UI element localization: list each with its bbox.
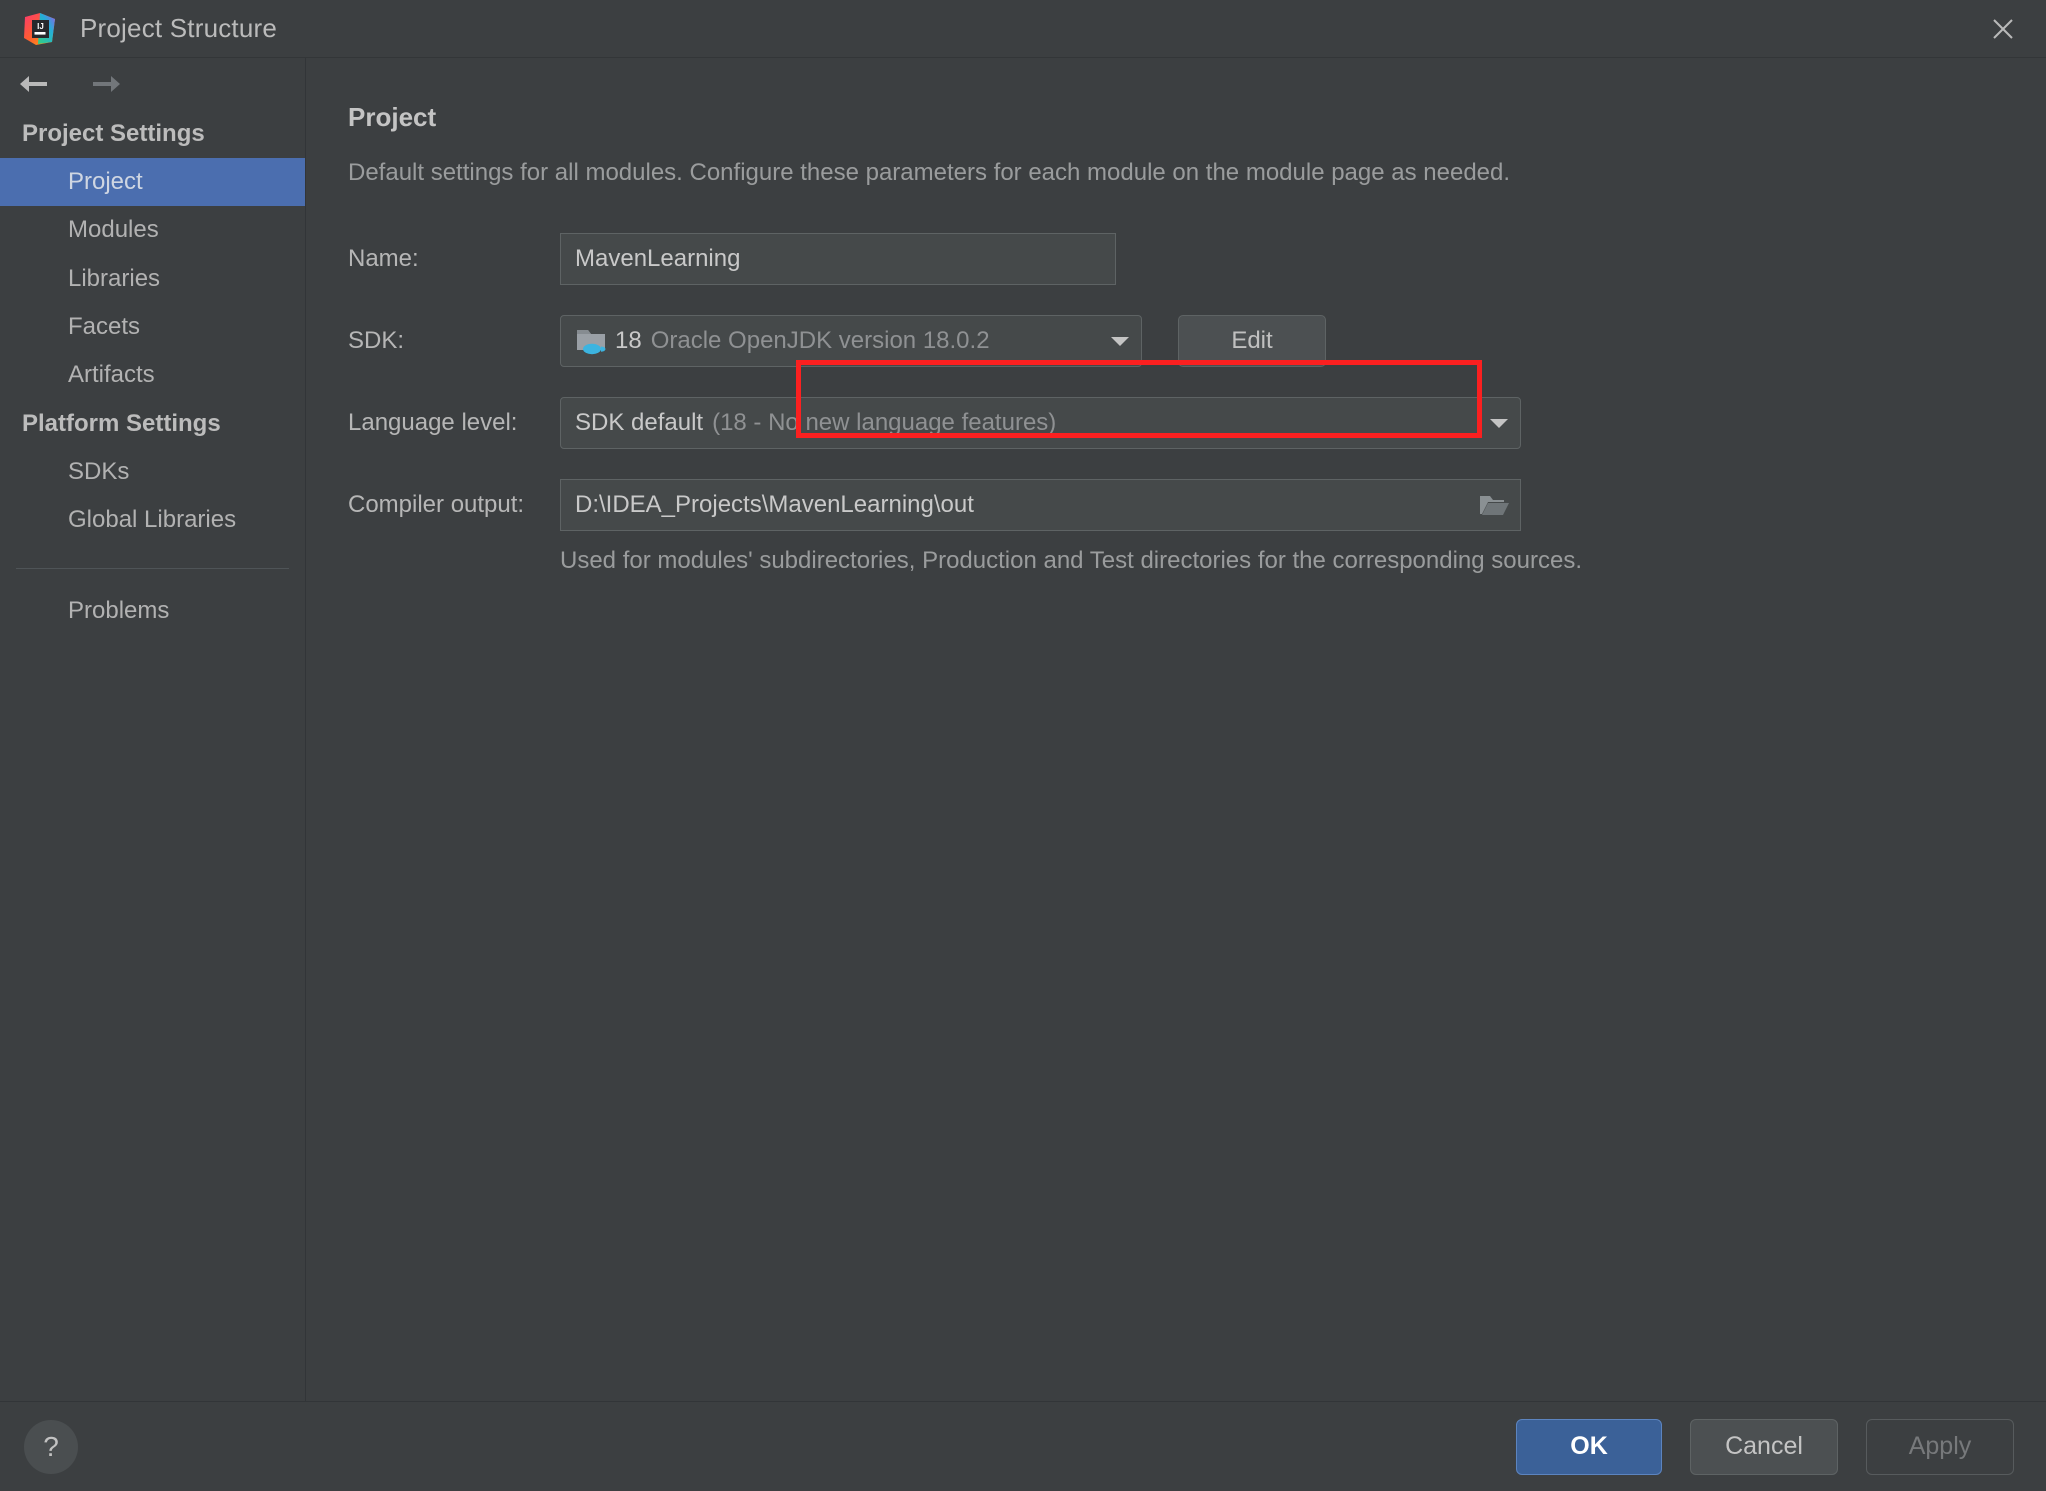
chevron-down-icon[interactable] — [1093, 334, 1131, 348]
compiler-output-hint-row: Used for modules' subdirectories, Produc… — [348, 545, 2046, 575]
arrow-left-icon[interactable] — [14, 67, 54, 101]
navigation-arrows — [0, 58, 305, 110]
dialog-footer: ? OK Cancel Apply — [0, 1401, 2046, 1491]
project-structure-dialog: IJ Project Structure Project Settings Pr… — [0, 0, 2046, 1491]
language-level-row: Language level: SDK default (18 - No new… — [348, 397, 2046, 449]
sidebar-item-facets[interactable]: Facets — [0, 303, 305, 351]
cancel-button[interactable]: Cancel — [1690, 1418, 1838, 1475]
compiler-output-label: Compiler output: — [348, 491, 525, 518]
sdk-combo-wrapper: 18 Oracle OpenJDK version 18.0.2 Edit — [560, 315, 1326, 367]
sidebar-item-project[interactable]: Project — [0, 158, 305, 207]
compiler-output-input[interactable]: D:\IDEA_Projects\MavenLearning\out — [560, 479, 1521, 531]
name-label: Name: — [348, 245, 419, 272]
folder-open-icon[interactable] — [1474, 487, 1514, 523]
compiler-output-row: Compiler output: D:\IDEA_Projects\MavenL… — [348, 479, 2046, 531]
arrow-right-icon — [86, 67, 126, 101]
svg-text:IJ: IJ — [37, 22, 44, 31]
language-level-label: Language level: — [348, 409, 518, 436]
chevron-down-icon[interactable] — [1472, 416, 1510, 430]
jdk-folder-icon — [575, 326, 609, 356]
sidebar-item-sdks[interactable]: SDKs — [0, 448, 305, 496]
sidebar-item-global-libraries[interactable]: Global Libraries — [0, 496, 305, 544]
sidebar-group-project-settings: Project Settings — [22, 120, 205, 147]
sdk-row: SDK: 18 Oracle OpenJDK version 18.0.2 Ed… — [348, 315, 2046, 367]
name-row: Name: MavenLearning — [348, 233, 2046, 285]
sidebar-item-modules[interactable]: Modules — [0, 206, 305, 254]
sdk-combo-box[interactable]: 18 Oracle OpenJDK version 18.0.2 — [560, 315, 1142, 367]
title-bar: IJ Project Structure — [0, 0, 2046, 58]
window-title: Project Structure — [80, 13, 278, 43]
dialog-body: Project Settings Project Modules Librari… — [0, 58, 2046, 1401]
page-description: Default settings for all modules. Config… — [348, 159, 1511, 186]
sidebar-divider — [16, 568, 289, 570]
sdk-label: SDK: — [348, 327, 405, 354]
compiler-output-value: D:\IDEA_Projects\MavenLearning\out — [575, 491, 974, 518]
apply-button: Apply — [1866, 1418, 2014, 1475]
intellij-idea-icon: IJ — [22, 11, 58, 47]
sdk-detail-text: Oracle OpenJDK version 18.0.2 — [650, 327, 990, 354]
hint-spacer — [348, 545, 560, 575]
page-title: Project — [348, 102, 437, 132]
sdk-version-text: 18 — [615, 327, 642, 354]
sidebar-item-libraries[interactable]: Libraries — [0, 255, 305, 303]
sidebar-item-problems[interactable]: Problems — [0, 587, 305, 635]
close-icon[interactable] — [1960, 0, 2046, 57]
edit-sdk-button[interactable]: Edit — [1178, 315, 1326, 367]
compiler-output-hint: Used for modules' subdirectories, Produc… — [560, 547, 1582, 574]
sidebar-item-artifacts[interactable]: Artifacts — [0, 351, 305, 399]
sidebar: Project Settings Project Modules Librari… — [0, 58, 306, 1401]
name-input[interactable]: MavenLearning — [560, 233, 1116, 285]
sidebar-group-platform-settings: Platform Settings — [22, 409, 221, 437]
language-level-detail-text: (18 - No new language features) — [712, 409, 1057, 436]
language-level-combo-box[interactable]: SDK default (18 - No new language featur… — [560, 397, 1521, 449]
help-button[interactable]: ? — [24, 1419, 78, 1474]
main-panel: Project Default settings for all modules… — [306, 58, 2046, 1401]
ok-button[interactable]: OK — [1516, 1418, 1662, 1475]
language-level-primary-text: SDK default — [575, 409, 704, 436]
